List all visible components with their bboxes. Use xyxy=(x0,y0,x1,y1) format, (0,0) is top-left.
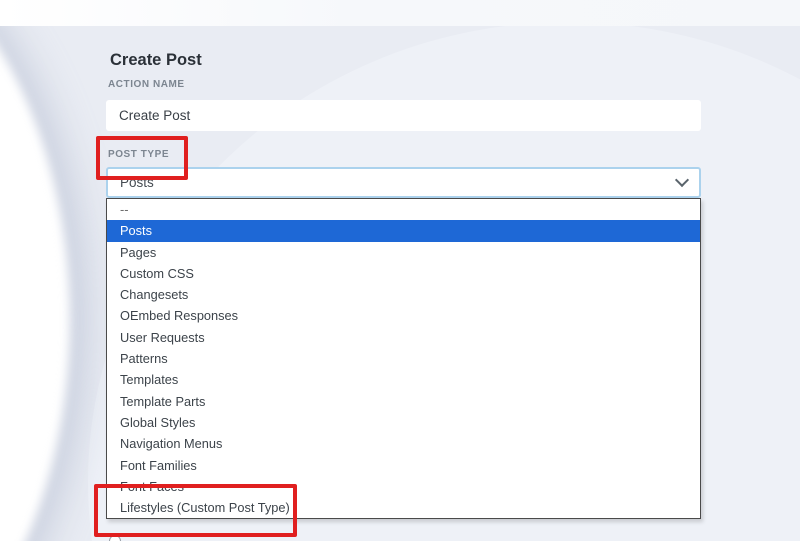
post-type-label: POST TYPE xyxy=(108,149,170,160)
post-type-select[interactable]: Posts xyxy=(106,167,701,198)
option-changesets[interactable]: Changesets xyxy=(107,284,700,305)
background-curve-left xyxy=(0,0,70,541)
post-type-selected-value: Posts xyxy=(120,175,154,190)
option-templates[interactable]: Templates xyxy=(107,369,700,390)
action-name-label: ACTION NAME xyxy=(108,79,185,90)
action-name-input[interactable] xyxy=(106,100,701,131)
post-type-dropdown: -- Posts Pages Custom CSS Changesets OEm… xyxy=(106,198,701,520)
option-lifestyles-custom-post-type[interactable]: Lifestyles (Custom Post Type) xyxy=(107,497,700,518)
page-title: Create Post xyxy=(110,51,202,69)
partial-radio-button[interactable] xyxy=(109,535,121,541)
option-custom-css[interactable]: Custom CSS xyxy=(107,263,700,284)
option-none[interactable]: -- xyxy=(107,199,700,220)
option-user-requests[interactable]: User Requests xyxy=(107,327,700,348)
option-navigation-menus[interactable]: Navigation Menus xyxy=(107,433,700,454)
option-posts[interactable]: Posts xyxy=(107,220,700,242)
chevron-down-icon xyxy=(674,172,690,188)
option-oembed-responses[interactable]: OEmbed Responses xyxy=(107,305,700,326)
option-template-parts[interactable]: Template Parts xyxy=(107,391,700,412)
option-patterns[interactable]: Patterns xyxy=(107,348,700,369)
option-global-styles[interactable]: Global Styles xyxy=(107,412,700,433)
option-font-faces[interactable]: Font Faces xyxy=(107,476,700,497)
option-font-families[interactable]: Font Families xyxy=(107,455,700,476)
app-canvas: Create Post ACTION NAME POST TYPE Posts … xyxy=(0,0,800,541)
background-band-top xyxy=(0,0,800,26)
option-pages[interactable]: Pages xyxy=(107,242,700,263)
